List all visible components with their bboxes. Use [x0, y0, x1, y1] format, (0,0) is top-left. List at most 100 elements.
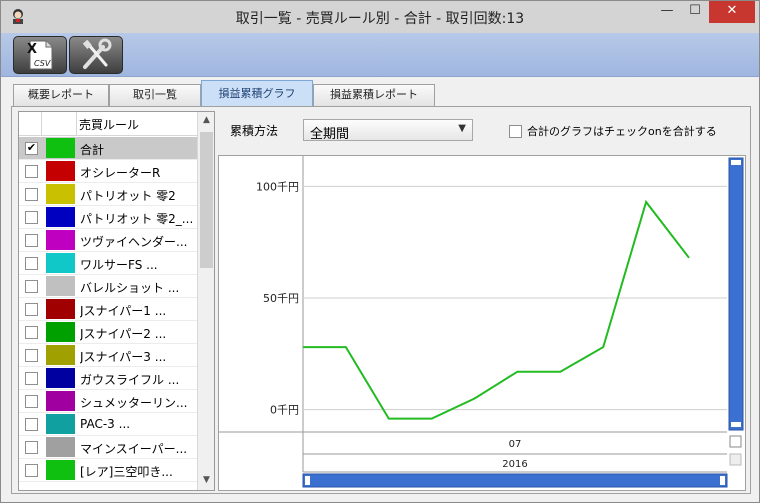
tools-icon: [82, 38, 112, 69]
vertical-range-handle-top: [731, 160, 741, 165]
list-scrollbar[interactable]: ▲ ▼: [197, 112, 214, 490]
rule-row[interactable]: [レア]三空叩き...: [19, 459, 197, 482]
rule-color-swatch[interactable]: [46, 414, 75, 434]
rule-label: マインスイーパー...: [80, 442, 188, 456]
close-button[interactable]: ✕: [709, 1, 755, 23]
vertical-range-handle-bottom: [731, 422, 741, 427]
horizontal-range-handle-left: [305, 476, 310, 485]
rule-color-swatch[interactable]: [46, 207, 75, 227]
rule-color-swatch[interactable]: [46, 276, 75, 296]
rule-checkbox[interactable]: [25, 326, 38, 339]
rule-label: バレルショット ...: [80, 281, 180, 295]
rule-row[interactable]: ✔ 合計: [19, 137, 197, 160]
rule-row[interactable]: オシレーターR: [19, 160, 197, 183]
rule-row[interactable]: Jスナイパー1 ...: [19, 298, 197, 321]
rule-checkbox[interactable]: [25, 257, 38, 270]
rule-label: PAC-3 ...: [80, 417, 131, 431]
rule-label: ワルサーFS ...: [80, 258, 158, 272]
maximize-button[interactable]: ☐: [681, 1, 709, 23]
rule-color-swatch[interactable]: [46, 253, 75, 273]
sum-graph-checkbox[interactable]: [509, 125, 522, 138]
tab-cumulative-pl-report[interactable]: 損益累積レポート: [313, 84, 435, 106]
rule-color-swatch[interactable]: [46, 368, 75, 388]
rule-label: パトリオット 零2: [80, 189, 176, 203]
rule-rows: ✔ 合計オシレーターR パトリオット 零2 パトリオット 零2_... ツヴァイヘンダー…: [19, 137, 197, 482]
rule-color-swatch[interactable]: [46, 460, 75, 480]
rule-row[interactable]: PAC-3 ...: [19, 413, 197, 436]
rule-label: シュメッターリン...: [80, 396, 188, 410]
rule-checkbox[interactable]: [25, 349, 38, 362]
rule-checkbox[interactable]: [25, 165, 38, 178]
rule-column-header: 売買ルール: [79, 118, 140, 132]
rule-checkbox[interactable]: [25, 280, 38, 293]
rule-row[interactable]: バレルショット ...: [19, 275, 197, 298]
tab-overview-report[interactable]: 概要レポート: [13, 84, 109, 106]
toolbar: X CSV: [1, 33, 759, 77]
rule-row[interactable]: Jスナイパー2 ...: [19, 321, 197, 344]
rule-color-swatch[interactable]: [46, 322, 75, 342]
tab-trade-list[interactable]: 取引一覧: [109, 84, 201, 106]
rule-label: パトリオット 零2_...: [80, 212, 194, 226]
x-row-checkbox: [729, 453, 742, 466]
rule-color-swatch[interactable]: [46, 184, 75, 204]
csv-export-button[interactable]: X CSV: [13, 36, 67, 74]
rule-list-header: 売買ルール: [19, 112, 197, 136]
rule-row[interactable]: シュメッターリン...: [19, 390, 197, 413]
vertical-range-scrollbar: [728, 157, 744, 431]
rule-row[interactable]: パトリオット 零2: [19, 183, 197, 206]
horizontal-range-scrollbar: [302, 473, 728, 488]
rule-checkbox[interactable]: [25, 303, 38, 316]
accumulation-method-value: 全期間: [310, 127, 350, 142]
csv-file-icon: X CSV: [27, 40, 53, 70]
sum-graph-label: 合計のグラフはチェックonを合計する: [527, 125, 717, 138]
rule-color-swatch[interactable]: [46, 138, 75, 158]
scroll-up-arrow-icon[interactable]: ▲: [198, 112, 214, 129]
series-line: [303, 199, 690, 420]
title-bar: 取引一覧 - 売買ルール別 - 合計 - 取引回数:13 — ☐ ✕: [1, 1, 759, 33]
rule-checkbox[interactable]: [25, 441, 38, 454]
rule-row[interactable]: マインスイーパー...: [19, 436, 197, 459]
rule-row[interactable]: Jスナイパー3 ...: [19, 344, 197, 367]
rule-row[interactable]: ツヴァイヘンダー...: [19, 229, 197, 252]
rule-checkbox[interactable]: [25, 234, 38, 247]
accumulation-method-select[interactable]: 全期間 ▼: [303, 119, 473, 142]
rule-color-swatch[interactable]: [46, 230, 75, 250]
column-divider: [41, 112, 42, 136]
rule-checkbox[interactable]: [25, 372, 38, 385]
chevron-down-icon: ▼: [458, 123, 466, 134]
chart-svg: 100千円 50千円 0千円 07 2016: [219, 156, 744, 488]
graph-panel: 売買ルール ✔ 合計オシレーターR パトリオット 零2 パトリオット 零2_... ツヴ…: [11, 106, 751, 494]
rule-color-swatch[interactable]: [46, 161, 75, 181]
rule-row[interactable]: パトリオット 零2_...: [19, 206, 197, 229]
rule-checkbox[interactable]: [25, 418, 38, 431]
rule-color-swatch[interactable]: [46, 345, 75, 365]
window-title: 取引一覧 - 売買ルール別 - 合計 - 取引回数:13: [235, 11, 525, 27]
y-tick-label: 100千円: [256, 180, 299, 193]
rule-label: ツヴァイヘンダー...: [80, 235, 188, 249]
minimize-button[interactable]: —: [653, 1, 681, 23]
rule-color-swatch[interactable]: [46, 299, 75, 319]
tab-cumulative-pl-graph[interactable]: 損益累積グラフ: [201, 80, 313, 107]
cumulative-pl-chart: 100千円 50千円 0千円 07 2016: [218, 155, 746, 491]
x-axis-year-label: 2016: [502, 459, 527, 470]
rule-color-swatch[interactable]: [46, 391, 75, 411]
rule-list: 売買ルール ✔ 合計オシレーターR パトリオット 零2 パトリオット 零2_... ツヴ…: [18, 111, 215, 491]
rule-row[interactable]: ワルサーFS ...: [19, 252, 197, 275]
rule-checkbox[interactable]: [25, 211, 38, 224]
horizontal-range-handle-right: [720, 476, 725, 485]
x-row-checkbox: [729, 435, 742, 448]
rule-checkbox[interactable]: ✔: [25, 142, 38, 155]
csv-label: CSV: [34, 59, 51, 68]
tab-bar: 概要レポート 取引一覧 損益累積グラフ 損益累積レポート: [1, 80, 759, 107]
accumulation-method-label: 累積方法: [230, 124, 279, 138]
rule-row[interactable]: ガウスライフル ...: [19, 367, 197, 390]
rule-label: [レア]三空叩き...: [80, 465, 173, 479]
rule-checkbox[interactable]: [25, 188, 38, 201]
scroll-thumb[interactable]: [200, 132, 213, 268]
rule-label: オシレーターR: [80, 166, 161, 180]
rule-checkbox[interactable]: [25, 395, 38, 408]
rule-color-swatch[interactable]: [46, 437, 75, 457]
rule-checkbox[interactable]: [25, 464, 38, 477]
settings-button[interactable]: [69, 36, 123, 74]
scroll-down-arrow-icon[interactable]: ▼: [198, 472, 214, 489]
